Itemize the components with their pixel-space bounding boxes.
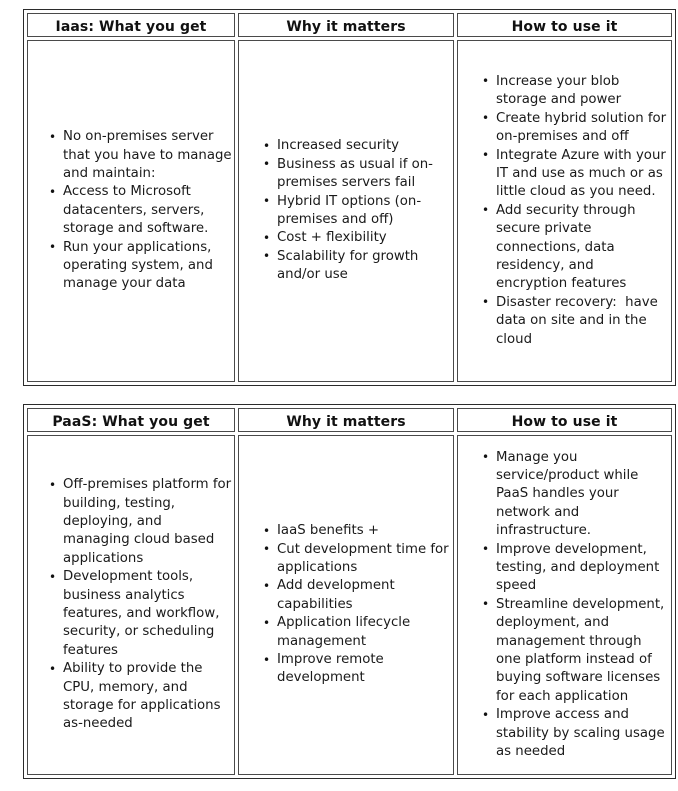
cell-iaas-how-to-use-it: Increase your blob storage and power Cre…	[457, 40, 672, 382]
paas-comparison-table: PaaS: What you get Why it matters How to…	[23, 404, 676, 779]
cell-paas-why-it-matters: IaaS benefits + Cut development time for…	[238, 435, 454, 775]
cell-iaas-what-you-get: No on-premises server that you have to m…	[27, 40, 235, 382]
cell-iaas-why-it-matters: Increased security Business as usual if …	[238, 40, 454, 382]
list-item: Hybrid IT options (on-premises and off)	[263, 192, 449, 230]
list-item: Improve development, testing, and deploy…	[482, 540, 669, 596]
list-item: Improve access and stability by scaling …	[482, 706, 669, 761]
list-item: Off-premises platform for building, test…	[49, 476, 232, 568]
bullet-list: Off-premises platform for building, test…	[28, 476, 234, 734]
list-item: Integrate Azure with your IT and use as …	[482, 146, 669, 202]
bullet-list: IaaS benefits + Cut development time for…	[239, 522, 453, 688]
table-body-row: Off-premises platform for building, test…	[27, 435, 672, 775]
bullet-list: Increase your blob storage and power Cre…	[458, 72, 671, 349]
list-item: Application lifecycle management	[263, 614, 449, 651]
document-page: Iaas: What you get Why it matters How to…	[0, 0, 678, 791]
list-item: Scalability for growth and/or use	[263, 247, 449, 285]
list-item: IaaS benefits +	[263, 522, 449, 541]
column-header-why-it-matters: Why it matters	[238, 13, 454, 37]
header-label: Why it matters	[286, 18, 406, 35]
list-item: Streamline development, deployment, and …	[482, 595, 669, 706]
column-header-how-to-use-it: How to use it	[457, 13, 672, 37]
list-item: Ability to provide the CPU, memory, and …	[49, 660, 232, 734]
list-item: Business as usual if on-premises servers…	[263, 155, 449, 193]
header-label: Iaas: What you get	[55, 18, 207, 35]
table-gap-spacer	[23, 386, 666, 404]
column-header-how-to-use-it: How to use it	[457, 408, 672, 432]
list-item: Cost + flexibility	[263, 229, 449, 248]
table-header-row: Iaas: What you get Why it matters How to…	[27, 13, 672, 37]
list-item: Increase your blob storage and power	[482, 72, 669, 110]
list-item: Add development capabilities	[263, 577, 449, 614]
list-item: Manage you service/product while PaaS ha…	[482, 448, 669, 541]
header-label: How to use it	[511, 18, 618, 35]
list-item: Cut development time for applications	[263, 540, 449, 578]
list-item: Improve remote development	[263, 651, 449, 688]
list-item: Run your applications, operating system,…	[49, 238, 232, 294]
column-header-what-you-get: PaaS: What you get	[27, 408, 235, 432]
list-item: Create hybrid solution for on-premises a…	[482, 109, 669, 147]
header-label: How to use it	[511, 413, 618, 430]
header-label: PaaS: What you get	[52, 413, 210, 430]
column-header-why-it-matters: Why it matters	[238, 408, 454, 432]
bullet-list: Manage you service/product while PaaS ha…	[458, 448, 671, 762]
iaas-comparison-table: Iaas: What you get Why it matters How to…	[23, 9, 676, 386]
cell-paas-what-you-get: Off-premises platform for building, test…	[27, 435, 235, 775]
bullet-list: Increased security Business as usual if …	[239, 137, 453, 284]
list-item: Increased security	[263, 137, 449, 156]
column-header-what-you-get: Iaas: What you get	[27, 13, 235, 37]
bullet-list: No on-premises server that you have to m…	[28, 128, 234, 294]
header-label: Why it matters	[286, 413, 406, 430]
list-item: No on-premises server that you have to m…	[49, 128, 232, 183]
list-item: Disaster recovery: have data on site and…	[482, 293, 669, 349]
list-item: Development tools, business analytics fe…	[49, 568, 232, 660]
list-item: Access to Microsoft datacenters, servers…	[49, 183, 232, 238]
table-header-row: PaaS: What you get Why it matters How to…	[27, 408, 672, 432]
cell-paas-how-to-use-it: Manage you service/product while PaaS ha…	[457, 435, 672, 775]
list-item: Add security through secure private conn…	[482, 201, 669, 294]
table-body-row: No on-premises server that you have to m…	[27, 40, 672, 382]
